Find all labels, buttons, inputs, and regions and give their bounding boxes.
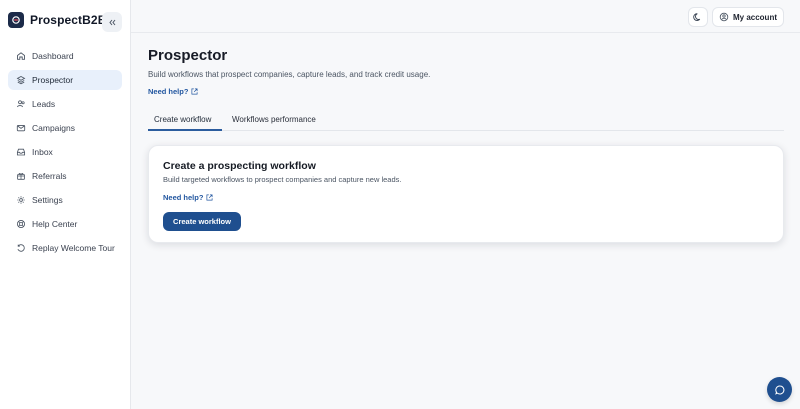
card-need-help-link[interactable]: Need help? bbox=[163, 193, 213, 202]
home-icon bbox=[16, 51, 26, 61]
tabs: Create workflow Workflows performance bbox=[148, 112, 784, 131]
gear-icon bbox=[16, 195, 26, 205]
inbox-icon bbox=[16, 147, 26, 157]
sidebar-item-leads[interactable]: Leads bbox=[8, 94, 122, 114]
collapse-sidebar-button[interactable] bbox=[102, 12, 122, 32]
sidebar-item-label: Inbox bbox=[32, 147, 53, 157]
double-chevron-left-icon bbox=[108, 18, 117, 27]
brand[interactable]: ProspectB2B bbox=[8, 12, 106, 28]
page-need-help-link[interactable]: Need help? bbox=[148, 87, 198, 96]
sidebar: ProspectB2B Dashboard Prospector Leads C… bbox=[0, 0, 131, 409]
chat-bubble-icon bbox=[774, 384, 786, 396]
brand-logo-icon bbox=[8, 12, 24, 28]
sidebar-item-replay-welcome-tour[interactable]: Replay Welcome Tour bbox=[8, 238, 122, 258]
sidebar-item-inbox[interactable]: Inbox bbox=[8, 142, 122, 162]
layers-icon bbox=[16, 75, 26, 85]
sidebar-item-help-center[interactable]: Help Center bbox=[8, 214, 122, 234]
create-workflow-card: Create a prospecting workflow Build targ… bbox=[148, 145, 784, 243]
sidebar-item-label: Dashboard bbox=[32, 51, 74, 61]
page-subtitle: Build workflows that prospect companies,… bbox=[148, 70, 431, 79]
main-content: Prospector Build workflows that prospect… bbox=[131, 33, 800, 409]
sidebar-item-label: Settings bbox=[32, 195, 63, 205]
create-workflow-button[interactable]: Create workflow bbox=[163, 212, 241, 231]
page-need-help-label: Need help? bbox=[148, 87, 189, 96]
external-link-icon bbox=[191, 88, 198, 95]
card-need-help-label: Need help? bbox=[163, 193, 204, 202]
sidebar-item-prospector[interactable]: Prospector bbox=[8, 70, 122, 90]
sidebar-item-settings[interactable]: Settings bbox=[8, 190, 122, 210]
replay-icon bbox=[16, 243, 26, 253]
users-icon bbox=[16, 99, 26, 109]
tab-create-workflow[interactable]: Create workflow bbox=[148, 112, 222, 131]
sidebar-item-label: Leads bbox=[32, 99, 56, 109]
sidebar-item-label: Replay Welcome Tour bbox=[32, 243, 115, 253]
sidebar-item-label: Help Center bbox=[32, 219, 78, 229]
card-subtitle: Build targeted workflows to prospect com… bbox=[163, 175, 402, 184]
gift-icon bbox=[16, 171, 26, 181]
sidebar-item-referrals[interactable]: Referrals bbox=[8, 166, 122, 186]
external-link-icon bbox=[206, 194, 213, 201]
card-title: Create a prospecting workflow bbox=[163, 160, 316, 172]
chat-support-button[interactable] bbox=[767, 377, 792, 402]
app-window: ProspectB2B Dashboard Prospector Leads C… bbox=[0, 0, 800, 409]
sidebar-nav: Dashboard Prospector Leads Campaigns Inb… bbox=[8, 46, 122, 262]
moon-icon bbox=[693, 12, 703, 22]
theme-toggle-button[interactable] bbox=[688, 7, 708, 27]
brand-name: ProspectB2B bbox=[30, 13, 107, 27]
sidebar-item-label: Referrals bbox=[32, 171, 67, 181]
sidebar-item-dashboard[interactable]: Dashboard bbox=[8, 46, 122, 66]
sidebar-item-campaigns[interactable]: Campaigns bbox=[8, 118, 122, 138]
my-account-button[interactable]: My account bbox=[712, 7, 784, 27]
user-circle-icon bbox=[719, 12, 729, 22]
mail-icon bbox=[16, 123, 26, 133]
sidebar-item-label: Prospector bbox=[32, 75, 74, 85]
my-account-label: My account bbox=[732, 12, 777, 22]
page-title: Prospector bbox=[148, 47, 228, 64]
sidebar-item-label: Campaigns bbox=[32, 123, 75, 133]
tab-workflows-performance[interactable]: Workflows performance bbox=[232, 112, 316, 131]
help-circle-icon bbox=[16, 219, 26, 229]
